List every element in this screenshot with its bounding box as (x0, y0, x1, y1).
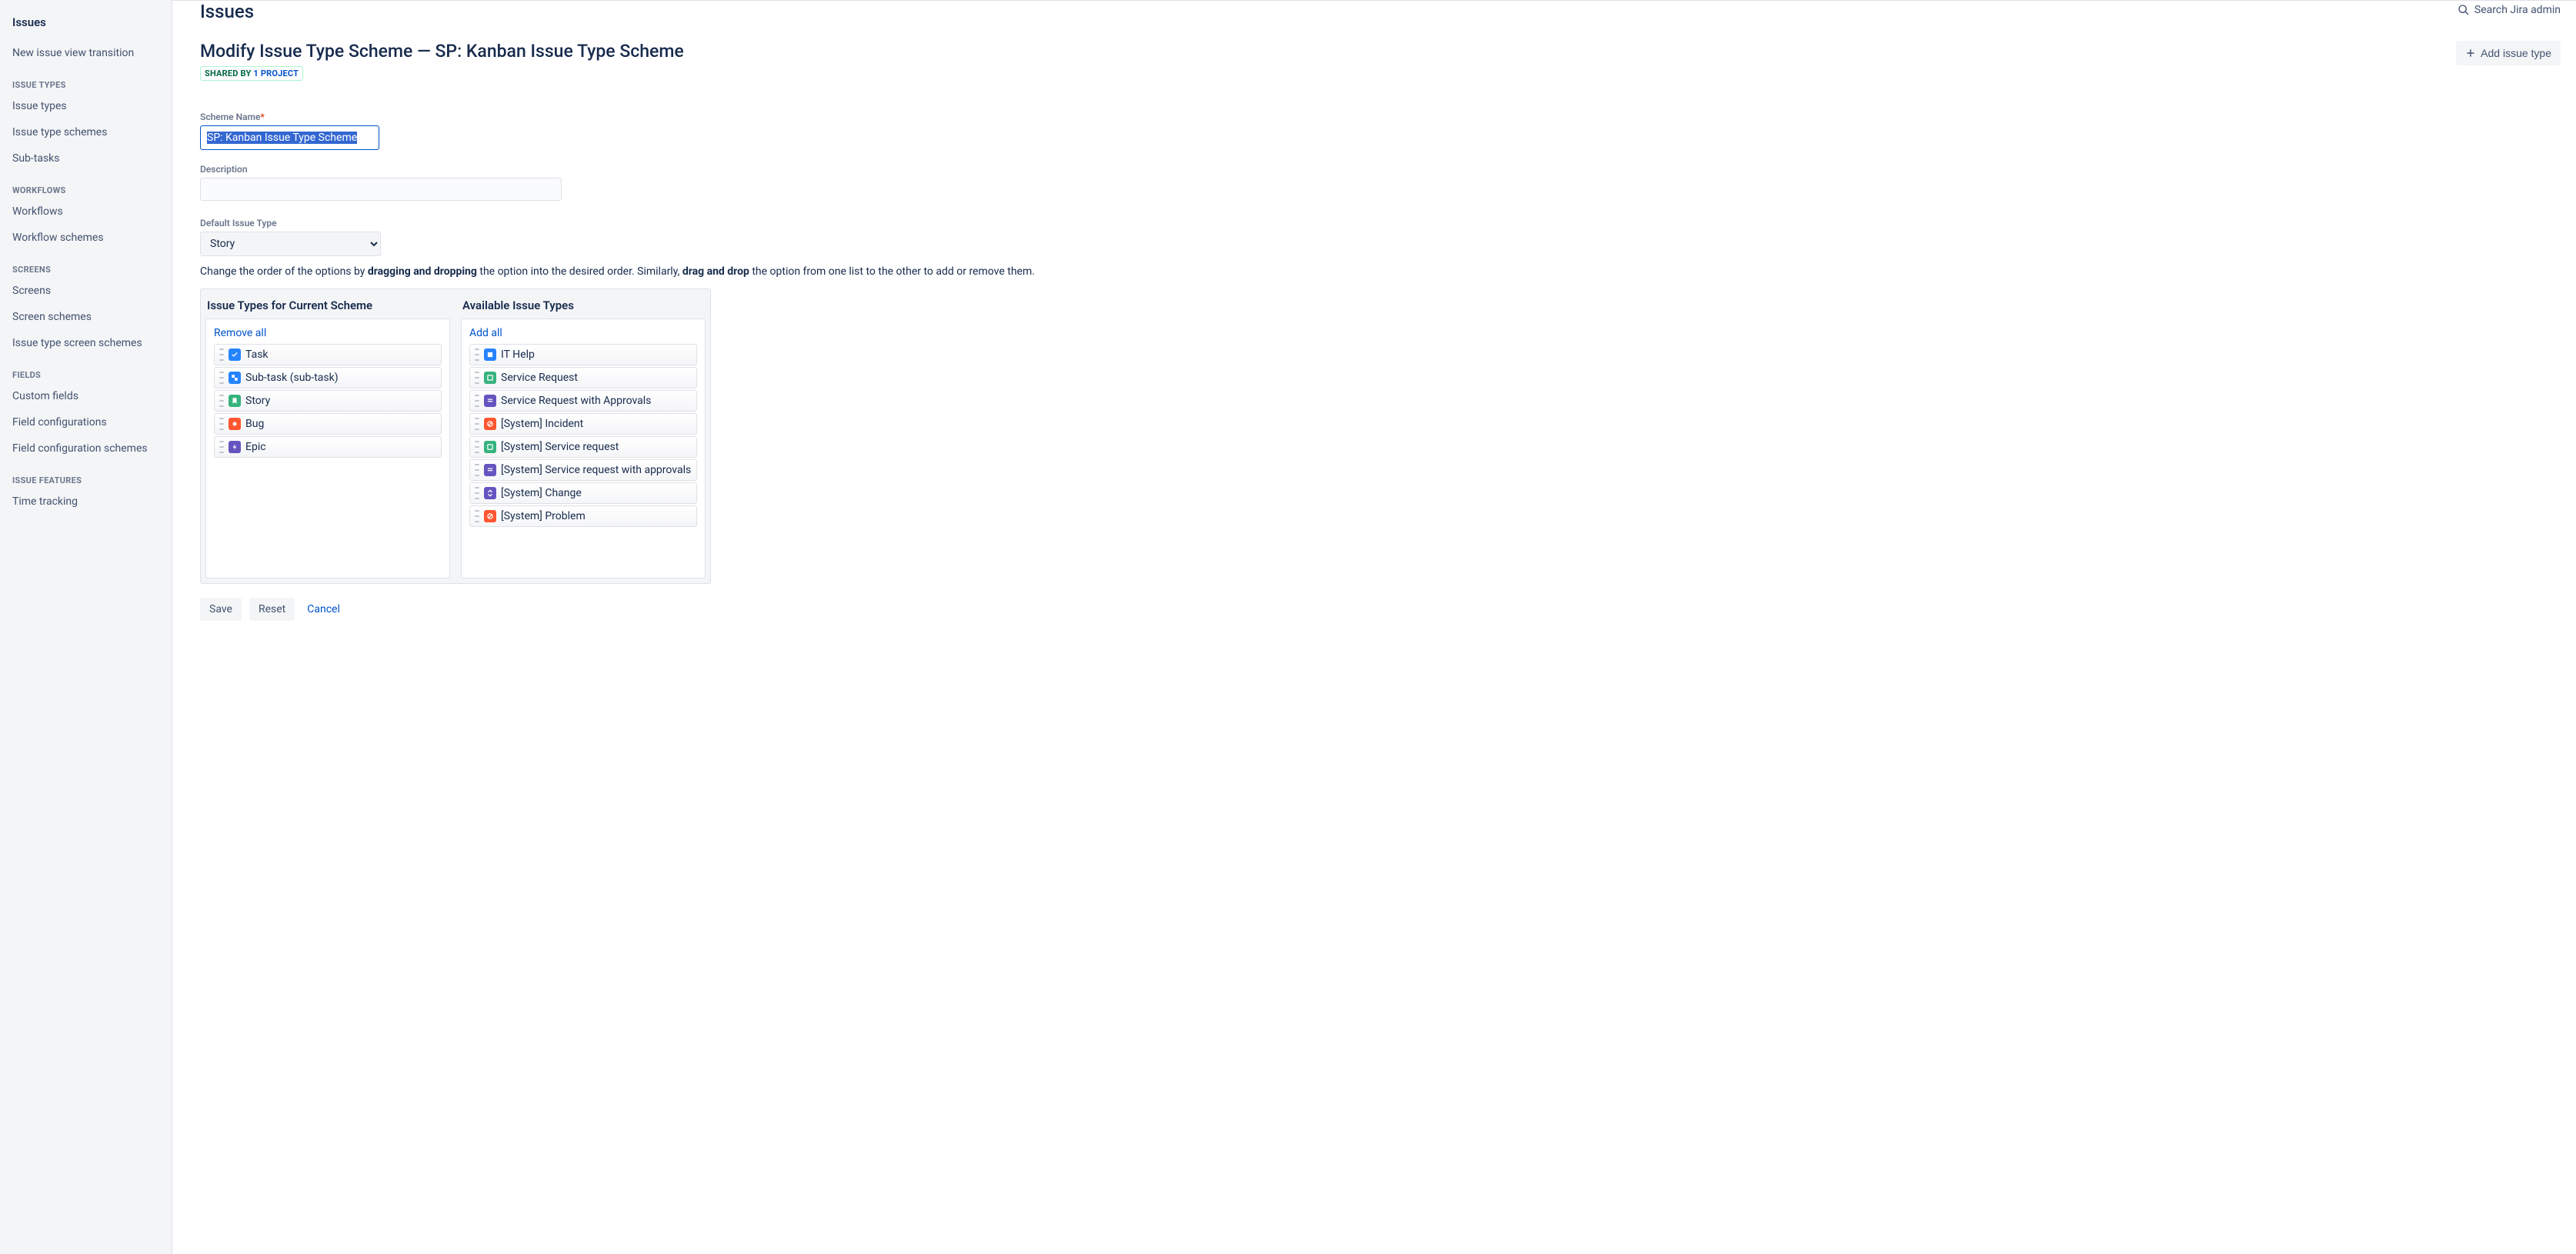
change-icon (484, 487, 496, 499)
page-subtitle: Modify Issue Type Scheme — SP: Kanban Is… (200, 41, 684, 62)
description-input[interactable] (200, 178, 562, 201)
main-content: Issues Search Jira admin Modify Issue Ty… (172, 0, 2576, 1254)
issue-type-item[interactable]: Service Request with Approvals (469, 390, 697, 412)
sidebar: Issues New issue view transition ISSUE T… (0, 0, 172, 1254)
drag-handle-icon[interactable] (219, 418, 224, 430)
help-icon (484, 349, 496, 361)
drag-handle-icon[interactable] (475, 464, 479, 476)
approvals-icon (484, 464, 496, 476)
issue-type-item[interactable]: [System] Incident (469, 413, 697, 435)
sidebar-section-label: ISSUE TYPES (0, 66, 172, 93)
issue-type-label: [System] Incident (501, 418, 583, 430)
add-all-link[interactable]: Add all (469, 327, 502, 339)
issue-type-item[interactable]: Task (214, 344, 442, 365)
issue-type-label: Service Request with Approvals (501, 395, 651, 407)
shared-lozenge: SHARED BY 1 PROJECT (200, 66, 303, 81)
remove-all-link[interactable]: Remove all (214, 327, 266, 339)
panel-current-header: Issue Types for Current Scheme (205, 294, 450, 319)
drag-handle-icon[interactable] (475, 349, 479, 361)
issue-type-label: Story (245, 395, 270, 407)
drag-handle-icon[interactable] (475, 441, 479, 453)
issue-type-item[interactable]: [System] Service request with approvals (469, 459, 697, 481)
issue-type-item[interactable]: Story (214, 390, 442, 412)
sidebar-section-label: WORKFLOWS (0, 172, 172, 198)
task-icon (229, 349, 241, 361)
issue-type-panels: Issue Types for Current Scheme Remove al… (200, 288, 711, 584)
search-label: Search Jira admin (2474, 4, 2561, 16)
issue-type-item[interactable]: IT Help (469, 344, 697, 365)
sidebar-item[interactable]: Custom fields (0, 383, 172, 409)
default-issue-type-select[interactable]: Story (200, 232, 381, 256)
drag-handle-icon[interactable] (475, 395, 479, 407)
panel-available-header: Available Issue Types (461, 294, 706, 319)
save-button[interactable]: Save (200, 598, 242, 621)
issue-type-label: Task (245, 349, 269, 361)
reset-button[interactable]: Reset (249, 598, 295, 621)
drag-handle-icon[interactable] (475, 510, 479, 522)
drag-handle-icon[interactable] (475, 487, 479, 499)
drag-handle-icon[interactable] (219, 349, 224, 361)
sidebar-item[interactable]: Screen schemes (0, 304, 172, 330)
issue-type-item[interactable]: [System] Change (469, 482, 697, 504)
issue-type-label: IT Help (501, 349, 535, 361)
sidebar-title: Issues (0, 9, 172, 40)
epic-icon (229, 441, 241, 453)
plus-icon (2465, 48, 2476, 58)
sidebar-item[interactable]: Issue types (0, 93, 172, 119)
drag-handle-icon[interactable] (475, 372, 479, 384)
description-label: Description (200, 164, 2576, 175)
issue-type-label: Bug (245, 418, 264, 430)
issue-type-item[interactable]: Epic (214, 436, 442, 458)
issue-type-label: Epic (245, 441, 266, 453)
issue-type-item[interactable]: Service Request (469, 367, 697, 389)
sidebar-item[interactable]: Issue type schemes (0, 119, 172, 145)
bug-icon (229, 418, 241, 430)
sidebar-section-label: SCREENS (0, 251, 172, 278)
sidebar-item[interactable]: Screens (0, 278, 172, 304)
sidebar-item[interactable]: Sub-tasks (0, 145, 172, 172)
subtask-icon (229, 372, 241, 384)
panel-available: Available Issue Types Add all IT Help Ser… (461, 294, 706, 579)
drag-handle-icon[interactable] (219, 441, 224, 453)
default-issue-type-label: Default Issue Type (200, 218, 2576, 228)
add-issue-type-button[interactable]: Add issue type (2456, 41, 2561, 65)
sidebar-section-label: ISSUE FEATURES (0, 462, 172, 489)
search-jira-admin[interactable]: Search Jira admin (2458, 1, 2561, 16)
page-title: Issues (200, 1, 254, 22)
story-icon (229, 395, 241, 407)
sidebar-section-label: FIELDS (0, 356, 172, 383)
cancel-link[interactable]: Cancel (302, 598, 345, 621)
sidebar-item[interactable]: Time tracking (0, 489, 172, 515)
sidebar-item[interactable]: Issue type screen schemes (0, 330, 172, 356)
scheme-name-input[interactable] (200, 125, 379, 150)
issue-type-item[interactable]: [System] Service request (469, 436, 697, 458)
issue-type-label: [System] Problem (501, 510, 586, 522)
issue-type-label: [System] Service request with approvals (501, 464, 691, 476)
drag-handle-icon[interactable] (219, 372, 224, 384)
service-icon (484, 372, 496, 384)
sidebar-item[interactable]: New issue view transition (0, 40, 172, 66)
drag-handle-icon[interactable] (475, 418, 479, 430)
issue-type-label: [System] Change (501, 487, 582, 499)
drag-handle-icon[interactable] (219, 395, 224, 407)
issue-type-label: Service Request (501, 372, 578, 384)
scheme-name-label: Scheme Name* (200, 112, 2576, 122)
shared-projects-link[interactable]: 1 PROJECT (253, 68, 299, 78)
sidebar-item[interactable]: Field configuration schemes (0, 435, 172, 462)
issue-type-label: Sub-task (sub-task) (245, 372, 339, 384)
sidebar-item[interactable]: Workflows (0, 198, 172, 225)
problem-icon (484, 510, 496, 522)
approvals-icon (484, 395, 496, 407)
issue-type-item[interactable]: Bug (214, 413, 442, 435)
issue-type-item[interactable]: [System] Problem (469, 505, 697, 527)
sidebar-item[interactable]: Workflow schemes (0, 225, 172, 251)
panel-current-scheme: Issue Types for Current Scheme Remove al… (205, 294, 450, 579)
issue-type-item[interactable]: Sub-task (sub-task) (214, 367, 442, 389)
issue-type-label: [System] Service request (501, 441, 619, 453)
sidebar-item[interactable]: Field configurations (0, 409, 172, 435)
search-icon (2458, 4, 2470, 16)
incident-icon (484, 418, 496, 430)
helper-text: Change the order of the options by dragg… (200, 265, 2576, 278)
service-icon (484, 441, 496, 453)
